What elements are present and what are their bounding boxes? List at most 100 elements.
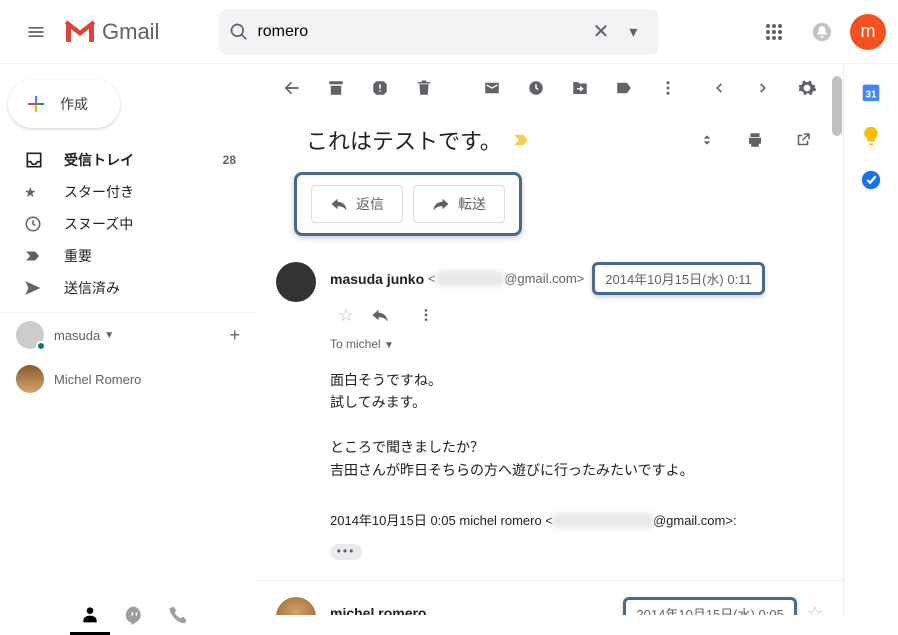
important-marker-icon[interactable] xyxy=(512,131,530,149)
body-line: 面白そうですね。 xyxy=(330,369,823,391)
reply-button[interactable]: 返信 xyxy=(311,185,403,223)
sender-avatar xyxy=(276,262,316,302)
header-right: m xyxy=(754,12,886,52)
reply-icon-button[interactable] xyxy=(360,295,400,335)
account-avatar[interactable]: m xyxy=(850,14,886,50)
inbox-icon xyxy=(24,150,48,170)
chat-avatar xyxy=(16,365,44,393)
important-icon xyxy=(24,247,48,265)
move-to-button[interactable] xyxy=(560,68,600,108)
more-button[interactable] xyxy=(648,68,688,108)
reply-label: 返信 xyxy=(356,194,384,214)
sender-email: <xxxxx@gmail.com> xyxy=(428,271,584,286)
clear-search-button[interactable]: ✕ xyxy=(585,11,618,52)
tasks-addon[interactable] xyxy=(859,168,883,192)
chat-contact[interactable]: Michel Romero xyxy=(0,357,256,401)
inbox-count: 28 xyxy=(223,153,236,167)
compose-label: 作成 xyxy=(60,94,88,114)
menu-button[interactable] xyxy=(12,8,60,56)
keep-addon[interactable] xyxy=(859,124,883,148)
message-2[interactable]: michel romero 2014年10月15日(水) 0:05 ☆ 「Tri… xyxy=(256,580,843,615)
sidebar-item-label: スヌーズ中 xyxy=(64,214,244,234)
chat-tab-hangouts[interactable] xyxy=(114,595,154,635)
plus-icon xyxy=(24,92,48,116)
star-button[interactable]: ☆ xyxy=(807,603,823,615)
back-button[interactable] xyxy=(272,68,312,108)
sidebar-item-sent[interactable]: 送信済み xyxy=(0,272,256,304)
gmail-logo[interactable]: Gmail xyxy=(64,19,159,45)
labels-button[interactable] xyxy=(604,68,644,108)
compose-button[interactable]: 作成 xyxy=(8,80,120,128)
sent-icon xyxy=(24,279,48,297)
body-line: 試してみます。 xyxy=(330,391,823,413)
body-line: ところで聞きましたか？ xyxy=(330,436,823,458)
clock-icon xyxy=(24,215,48,233)
chat-tab-contacts[interactable] xyxy=(70,595,110,635)
subject-text: これはテストです。 xyxy=(306,124,502,156)
bell-icon xyxy=(812,22,832,42)
subject-row: これはテストです。 xyxy=(256,112,843,172)
hamburger-icon xyxy=(26,22,46,42)
sidebar-item-label: スター付き xyxy=(64,182,244,202)
calendar-addon[interactable]: 31 xyxy=(859,80,883,104)
forward-label: 転送 xyxy=(458,194,486,214)
sender-name: masuda junko xyxy=(330,271,424,287)
settings-button[interactable] xyxy=(787,68,827,108)
add-chat-button[interactable]: + xyxy=(229,325,240,346)
search-options-button[interactable]: ▾ xyxy=(617,14,649,50)
message-more-button[interactable] xyxy=(406,295,446,335)
chat-current-user[interactable]: masuda ▼ + xyxy=(0,313,256,357)
message-date-highlight: 2014年10月15日(水) 0:11 xyxy=(592,262,764,295)
prev-button[interactable] xyxy=(699,68,739,108)
show-trimmed-button[interactable]: ••• xyxy=(330,544,362,560)
next-button[interactable] xyxy=(743,68,783,108)
search-icon xyxy=(229,22,249,42)
chat-user-name: masuda xyxy=(54,328,100,343)
archive-button[interactable] xyxy=(316,68,356,108)
sidebar-item-important[interactable]: 重要 xyxy=(0,240,256,272)
sidebar-item-inbox[interactable]: 受信トレイ 28 xyxy=(0,144,256,176)
open-new-window-button[interactable] xyxy=(783,120,823,160)
chat-user-name: Michel Romero xyxy=(54,372,141,387)
to-line[interactable]: To michel ▼ xyxy=(330,337,823,351)
sender-avatar xyxy=(276,597,316,615)
side-panel: 31 xyxy=(844,64,898,615)
chat-tabs xyxy=(70,595,198,635)
spam-button[interactable] xyxy=(360,68,400,108)
print-button[interactable] xyxy=(735,120,775,160)
star-button[interactable]: ☆ xyxy=(338,305,354,326)
sidebar-item-starred[interactable]: ★ スター付き xyxy=(0,176,256,208)
message-body: 面白そうですね。 試してみます。 ところで聞きましたか？ 吉田さんが昨日そちらの… xyxy=(330,369,823,560)
quoted-header: 2014年10月15日 0:05 michel romero <xxxxxxxx… xyxy=(330,511,823,532)
sidebar-item-label: 送信済み xyxy=(64,278,244,298)
toolbar xyxy=(256,64,843,112)
forward-icon xyxy=(432,195,450,213)
body-line: 吉田さんが昨日そちらの方へ遊びに行ったみたいですよ。 xyxy=(330,459,823,481)
gmail-label: Gmail xyxy=(102,19,159,45)
expand-collapse-button[interactable] xyxy=(687,120,727,160)
delete-button[interactable] xyxy=(404,68,444,108)
sender-name: michel romero xyxy=(330,605,426,615)
sidebar-item-snoozed[interactable]: スヌーズ中 xyxy=(0,208,256,240)
reply-icon xyxy=(330,195,348,213)
reply-forward-highlight: 返信 転送 xyxy=(294,172,522,236)
star-icon: ★ xyxy=(24,184,48,201)
mark-unread-button[interactable] xyxy=(472,68,512,108)
chat-section: masuda ▼ + Michel Romero xyxy=(0,312,256,401)
sidebar-item-label: 重要 xyxy=(64,246,244,266)
app-header: Gmail ✕ ▾ m xyxy=(0,0,898,64)
notifications-button[interactable] xyxy=(802,12,842,52)
message-date-highlight: 2014年10月15日(水) 0:05 xyxy=(623,597,796,615)
chat-avatar xyxy=(16,321,44,349)
search-bar[interactable]: ✕ ▾ xyxy=(219,9,659,55)
apps-grid-icon xyxy=(765,23,783,41)
gmail-m-icon xyxy=(64,20,96,44)
chat-tab-phone[interactable] xyxy=(158,595,198,635)
search-input[interactable] xyxy=(249,23,584,41)
snooze-button[interactable] xyxy=(516,68,556,108)
sidebar-item-label: 受信トレイ xyxy=(64,150,223,170)
forward-button[interactable]: 転送 xyxy=(413,185,505,223)
apps-button[interactable] xyxy=(754,12,794,52)
message-1: masuda junko <xxxxx@gmail.com> 2014年10月1… xyxy=(256,252,843,580)
scrollbar-thumb[interactable] xyxy=(832,76,842,136)
